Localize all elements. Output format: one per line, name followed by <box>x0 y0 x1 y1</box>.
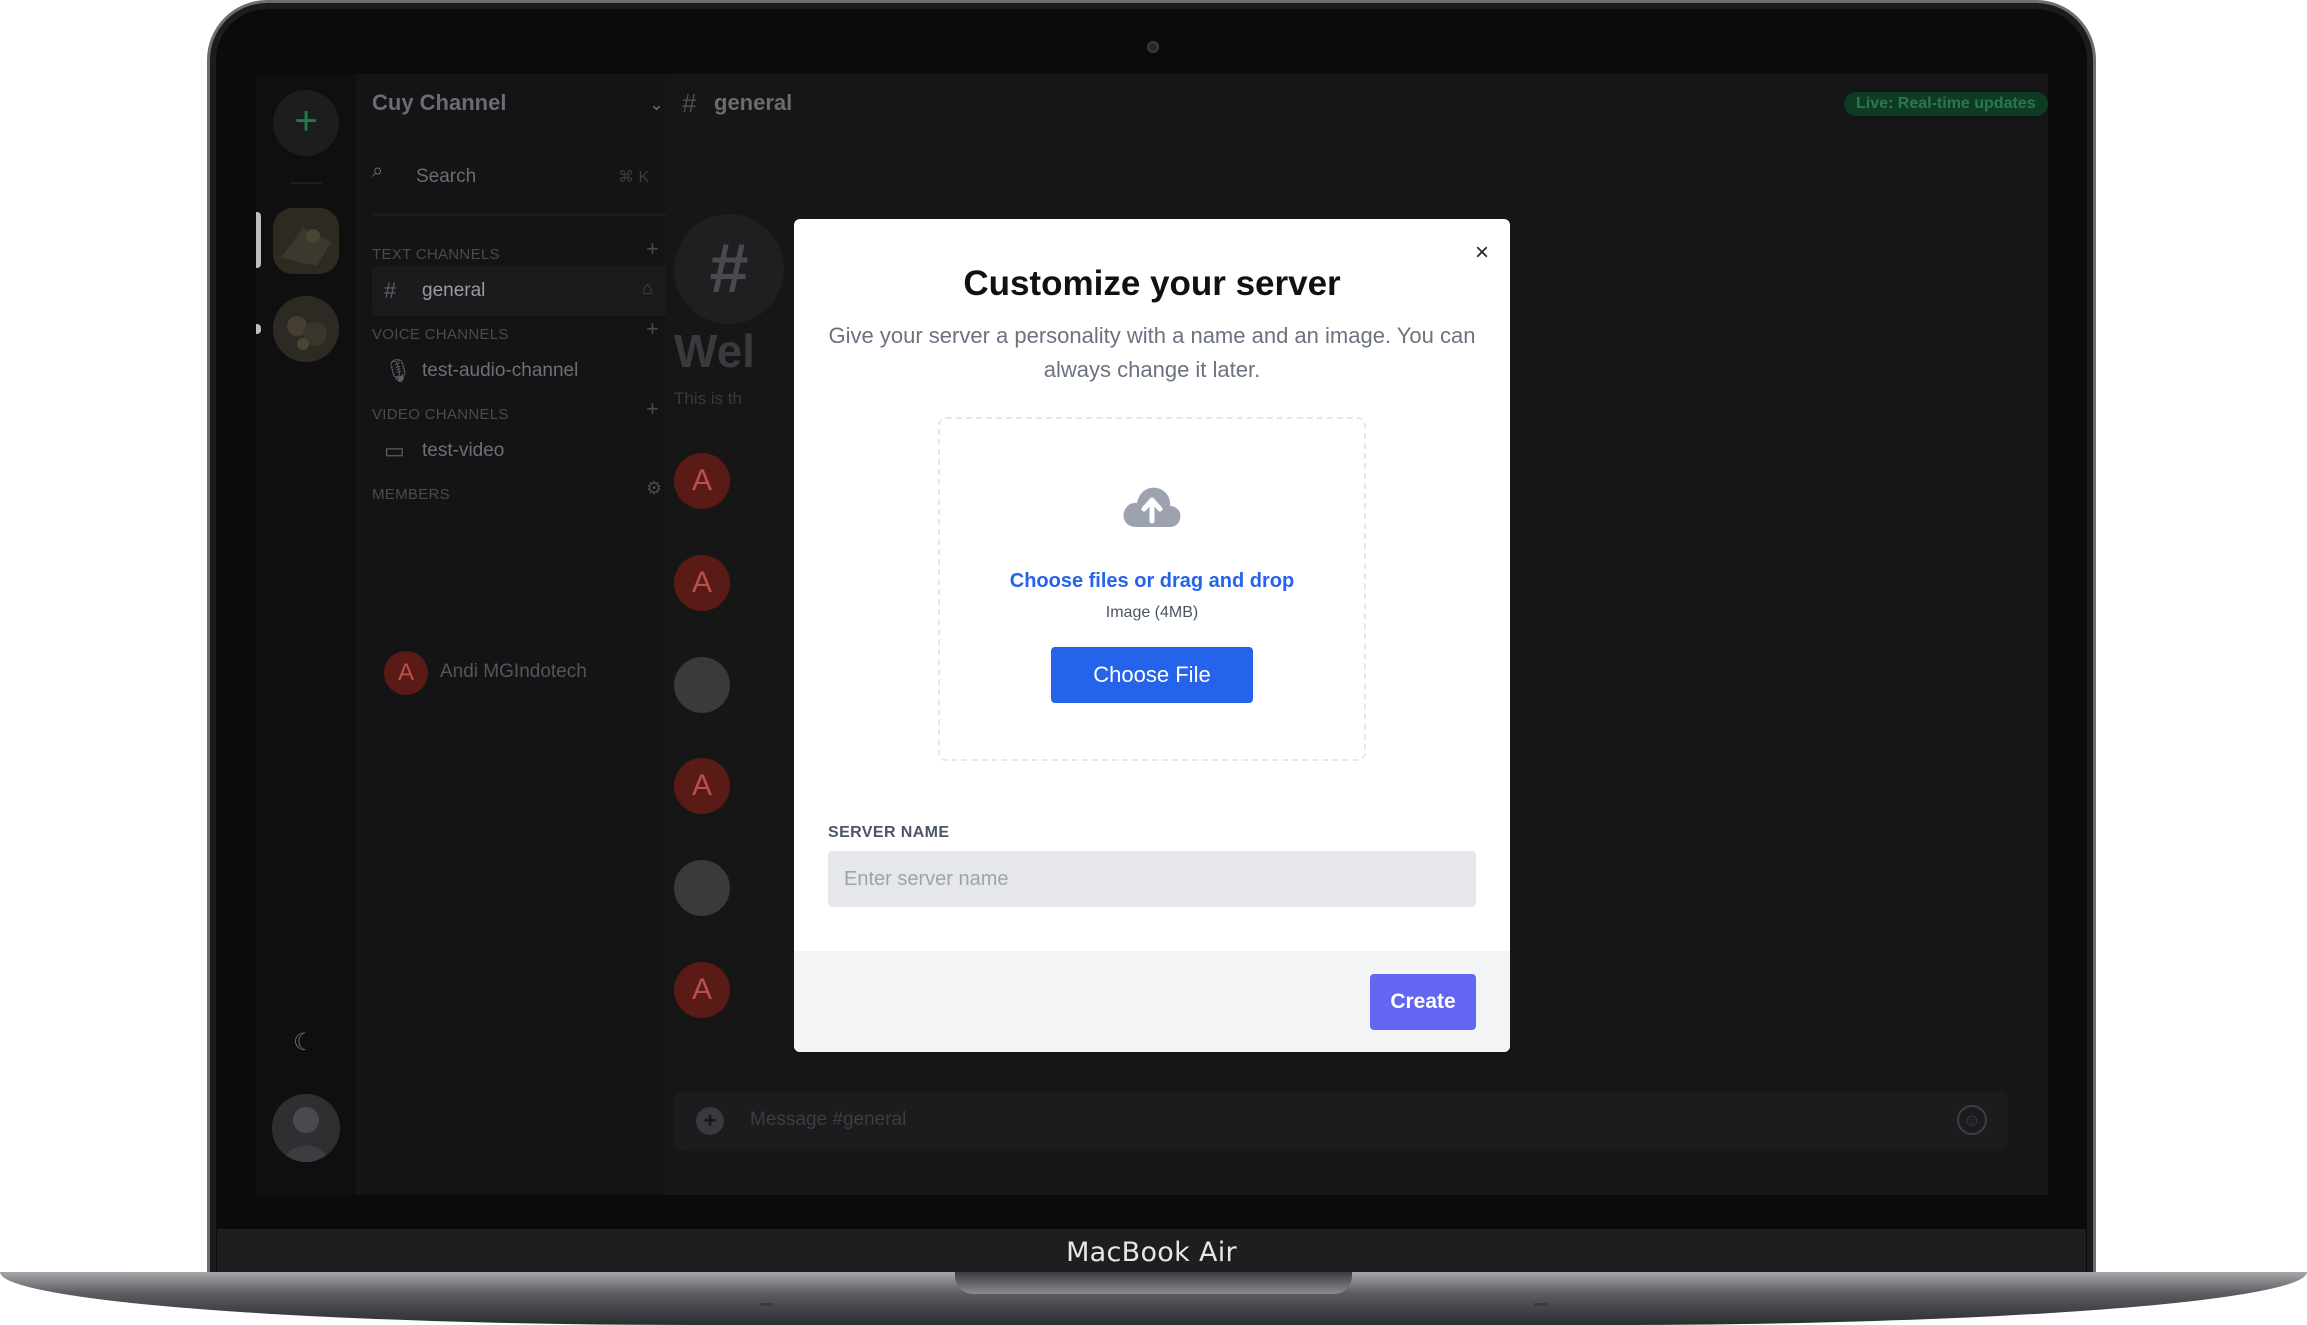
close-icon[interactable]: × <box>1468 239 1496 267</box>
image-dropzone[interactable]: Choose files or drag and drop Image (4MB… <box>938 417 1366 761</box>
customize-server-modal: × Customize your server Give your server… <box>794 219 1510 1052</box>
laptop-foot <box>759 1303 773 1306</box>
choose-file-button[interactable]: Choose File <box>1051 647 1253 703</box>
modal-title: Customize your server <box>963 264 1341 303</box>
server-name-input[interactable] <box>828 851 1476 907</box>
create-button[interactable]: Create <box>1370 974 1476 1030</box>
modal-footer: Create <box>794 951 1510 1052</box>
choose-files-link[interactable]: Choose files or drag and drop <box>940 570 1364 593</box>
laptop-foot <box>1534 1303 1548 1306</box>
device-label: MacBook Air <box>1066 1237 1237 1268</box>
app-screen: + ☾ Cuy Channel ⌄ ⌕ Search ⌘ K TEXT CHAN… <box>256 74 2048 1195</box>
laptop-hinge-notch <box>955 1272 1352 1294</box>
cloud-upload-icon <box>1123 487 1181 527</box>
modal-description: Give your server a personality with a na… <box>828 323 1476 382</box>
server-name-label: SERVER NAME <box>828 824 950 841</box>
camera-icon <box>1147 41 1159 53</box>
upload-size-hint: Image (4MB) <box>1105 604 1199 621</box>
